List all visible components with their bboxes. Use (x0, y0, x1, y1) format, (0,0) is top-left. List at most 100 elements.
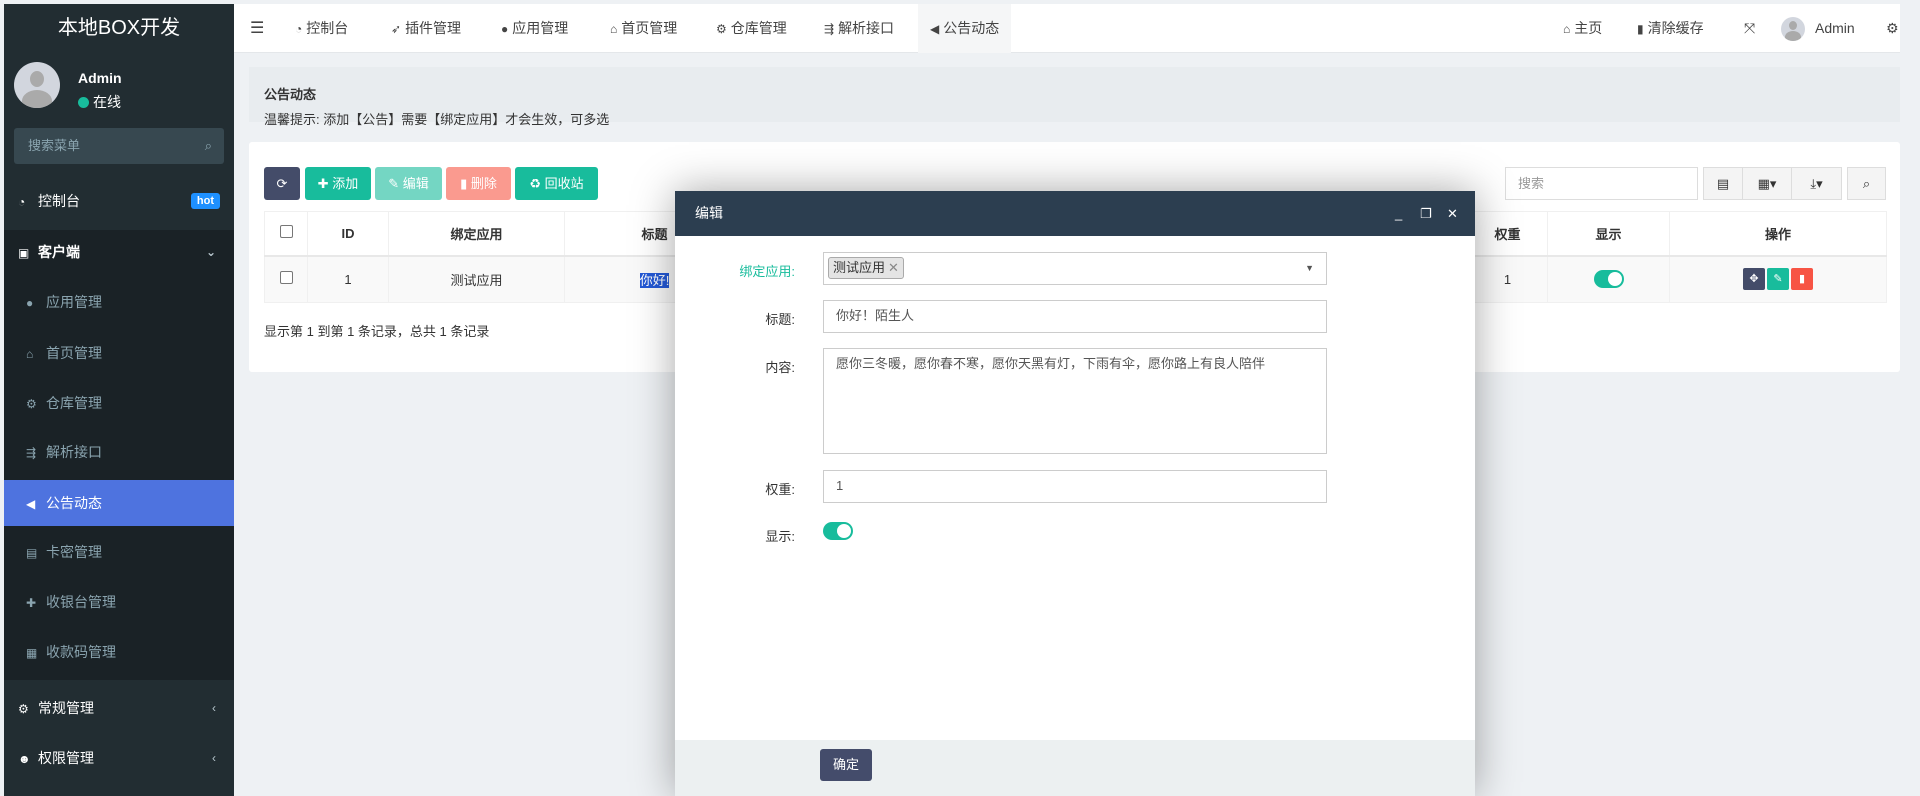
bullhorn-icon: ◀ (26, 497, 36, 511)
dashboard-icon: ◔ (18, 195, 26, 209)
delete-button[interactable]: ▮ 删除 (446, 167, 511, 200)
row-delete-button[interactable]: ▮ (1791, 268, 1813, 291)
search-icon[interactable]: ⌕ (205, 128, 212, 164)
fullscreen-icon[interactable]: ⤧ (1744, 4, 1755, 53)
tab-dashboard[interactable]: ◔ 控制台 (295, 4, 348, 53)
sidebar-item-notice[interactable]: ◀ 公告动态 (4, 480, 234, 526)
sidebar-item-client[interactable]: ▣ 客户端 ⌄ (4, 229, 234, 275)
trash-icon: ▮ (1637, 22, 1644, 36)
minimize-icon[interactable]: _ (1395, 191, 1402, 236)
columns-button[interactable]: ▦▾ (1742, 167, 1792, 200)
advanced-search-button[interactable]: ⌕ (1847, 167, 1886, 200)
id-card-icon: ▤ (26, 546, 38, 560)
refresh-button[interactable]: ⟳ (264, 167, 300, 200)
chevron-down-icon: ⌄ (205, 245, 216, 259)
plus-icon: ✚ (317, 176, 333, 191)
rocket-icon: ➶ (391, 22, 402, 36)
cell-weight: 1 (1467, 255, 1548, 303)
user-menu[interactable]: Admin (1781, 4, 1855, 53)
qrcode-icon: ▦ (26, 646, 38, 660)
table-search-input[interactable]: 搜索 (1505, 167, 1698, 200)
scrollbar[interactable] (1900, 0, 1920, 796)
users-icon: ☻ (18, 752, 31, 766)
col-show[interactable]: 显示 (1547, 211, 1670, 257)
home-icon: ⌂ (26, 347, 34, 361)
add-button[interactable]: ✚ 添加 (305, 167, 371, 200)
tab-home[interactable]: ⌂ 首页管理 (610, 4, 677, 53)
cogs-icon: ⚙ (18, 702, 29, 716)
sidebar-item-app[interactable]: ● 应用管理 (4, 279, 234, 325)
home-link[interactable]: ⌂ 主页 (1563, 4, 1602, 53)
col-app[interactable]: 绑定应用 (388, 211, 565, 257)
sidebar-item-home[interactable]: ⌂ 首页管理 (4, 330, 234, 376)
show-toggle[interactable] (1593, 270, 1624, 289)
chevron-left-icon: ‹ (212, 751, 216, 765)
hot-badge: hot (190, 193, 220, 209)
tab-plugins[interactable]: ➶ 插件管理 (391, 4, 461, 53)
sidebar-item-general[interactable]: ⚙ 常规管理 ‹ (4, 685, 234, 731)
recycle-bin-button[interactable]: ♻ 回收站 (515, 167, 598, 200)
close-icon[interactable]: ✕ (1447, 191, 1458, 236)
select-all-checkbox[interactable] (264, 211, 308, 257)
bullhorn-icon: ◀ (930, 22, 940, 36)
page-header: 公告动态 温馨提示: 添加【公告】需要【绑定应用】才会生效，可多选 (249, 67, 1900, 127)
weight-label: 权重: (765, 482, 795, 497)
tab-warehouse[interactable]: ⚙ 仓库管理 (716, 4, 787, 53)
sidebar-item-auth[interactable]: ☻ 权限管理 ‹ (4, 735, 234, 781)
cell-id: 1 (307, 255, 389, 303)
android-icon: ● (26, 296, 34, 310)
weight-input[interactable]: 1 (823, 470, 1327, 503)
toggle-view-button[interactable]: ▤ (1703, 167, 1743, 200)
title-input[interactable]: 你好！陌生人 (823, 300, 1327, 333)
confirm-button[interactable]: 确定 (820, 749, 872, 781)
show-toggle[interactable] (823, 522, 853, 540)
user-plus-icon: ✚ (26, 596, 37, 610)
drag-button[interactable]: ✥ (1743, 268, 1765, 291)
recycle-icon: ♻ (529, 176, 545, 191)
content-textarea[interactable]: 愿你三冬暖，愿你春不寒，愿你天黑有灯，下雨有伞，愿你路上有良人陪伴 (823, 348, 1327, 454)
sidebar-item-card[interactable]: ▤ 卡密管理 (4, 529, 234, 575)
clear-cache-button[interactable]: ▮ 清除缓存 (1637, 4, 1704, 53)
maximize-icon[interactable]: ❐ (1420, 191, 1432, 236)
avatar (14, 62, 60, 108)
edit-modal: 编辑 _ ❐ ✕ 绑定应用: 测试应用 ✕ ▼ 标题: 你好！陌生人 内容: 愿你… (675, 191, 1475, 796)
home-icon: ⌂ (1563, 22, 1571, 36)
list-icon: ▤ (1716, 176, 1730, 191)
app-select[interactable]: 测试应用 ✕ ▼ (823, 252, 1327, 285)
tab-notice[interactable]: ◀ 公告动态 (918, 4, 1012, 53)
checkbox[interactable] (279, 271, 293, 285)
brand-logo[interactable]: 本地BOX开发 (4, 4, 234, 52)
usb-icon: ⇶ (26, 446, 37, 460)
trash-icon: ▮ (460, 176, 471, 191)
usb-icon: ⇶ (824, 22, 835, 36)
menu-toggle-icon[interactable]: ☰ (250, 4, 264, 53)
tab-api[interactable]: ⇶ 解析接口 (824, 4, 894, 53)
modal-title: 编辑 (675, 191, 1475, 236)
top-nav: ☰ ◔ 控制台 ➶ 插件管理 ● 应用管理 ⌂ 首页管理 ⚙ 仓库管理 ⇶ 解析接口 ◀ 公告… (234, 4, 1900, 53)
edit-button[interactable]: ✎ 编辑 (375, 167, 442, 200)
sidebar-item-warehouse[interactable]: ⚙ 仓库管理 (4, 380, 234, 426)
sidebar-item-dashboard[interactable]: ◔ 控制台 hot (4, 178, 234, 224)
online-dot-icon (78, 97, 89, 108)
export-button[interactable]: ⤓▾ (1791, 167, 1842, 200)
inbox-icon: ▣ (18, 246, 30, 260)
col-id[interactable]: ID (307, 211, 389, 257)
show-label: 显示: (765, 529, 795, 544)
row-checkbox[interactable] (264, 255, 308, 303)
row-edit-button[interactable]: ✎ (1767, 268, 1789, 291)
checkbox[interactable] (279, 225, 293, 239)
col-weight[interactable]: 权重 (1467, 211, 1548, 257)
refresh-icon: ⟳ (276, 176, 288, 191)
page-title: 公告动态 (264, 87, 317, 102)
sidebar-search-input[interactable]: 搜索菜单 ⌕ (14, 128, 224, 164)
tab-apps[interactable]: ● 应用管理 (501, 4, 568, 53)
remove-tag-icon[interactable]: ✕ (888, 260, 899, 275)
sidebar-item-api[interactable]: ⇶ 解析接口 (4, 429, 234, 475)
gear-icon[interactable]: ⚙ (1886, 4, 1899, 53)
sidebar-item-qrcode[interactable]: ▦ 收款码管理 (4, 629, 234, 675)
sidebar-item-cashier[interactable]: ✚ 收银台管理 (4, 579, 234, 625)
sidebar: 本地BOX开发 Admin 在线 搜索菜单 ⌕ ◔ 控制台 hot ▣ 客户端 ⌄ ● 应用… (4, 4, 234, 796)
avatar (1781, 17, 1805, 42)
app-label: 绑定应用: (739, 264, 795, 279)
dropdown-arrow-icon: ▼ (1305, 263, 1314, 273)
